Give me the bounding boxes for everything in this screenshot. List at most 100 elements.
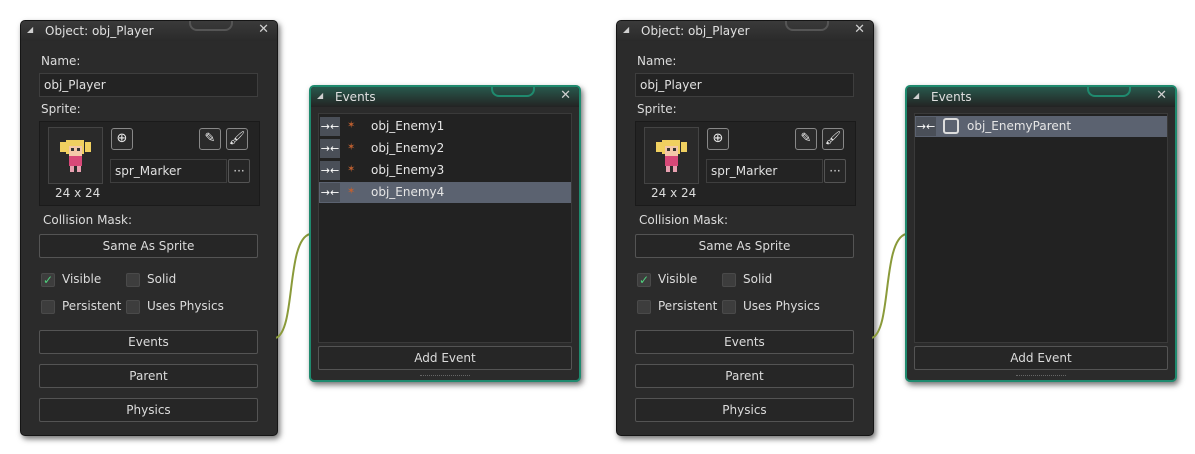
object-window: ◢ Object: obj_Player ✕ Name: obj_Player … [616, 20, 874, 436]
parent-object-icon [943, 118, 959, 134]
parent-button[interactable]: Parent [39, 364, 258, 388]
enemy-sprite-icon: ✶ [347, 142, 356, 153]
solid-label: Solid [743, 272, 773, 286]
persistent-checkbox[interactable] [41, 300, 55, 314]
title-bar[interactable]: ◢ Events ✕ [311, 87, 579, 107]
link-connector [276, 233, 311, 339]
sprite-label: Sprite: [41, 102, 81, 116]
collision-event-icon: →← [320, 139, 340, 158]
collision-event-icon: →← [320, 161, 340, 180]
sprite-thumbnail[interactable] [644, 127, 699, 184]
parent-button[interactable]: Parent [635, 364, 854, 388]
name-label: Name: [41, 54, 81, 68]
paint-brush-icon[interactable]: 🖌 [226, 128, 248, 150]
name-label: Name: [637, 54, 677, 68]
visible-label: Visible [62, 272, 102, 286]
persistent-checkbox[interactable] [637, 300, 651, 314]
collision-event-icon: →← [320, 117, 340, 136]
sprite-preview-icon [60, 140, 91, 172]
resize-grip[interactable] [1016, 375, 1066, 379]
events-button[interactable]: Events [635, 330, 854, 354]
collision-mask-label: Collision Mask: [43, 213, 133, 227]
title-notch [189, 21, 233, 31]
window-title: Events [335, 90, 376, 104]
new-sprite-icon[interactable]: ⊕ [707, 128, 729, 150]
visible-checkbox[interactable]: ✓ [41, 273, 55, 287]
sprite-browse-button[interactable]: ··· [824, 159, 846, 183]
collision-event-icon: →← [320, 183, 340, 202]
name-field[interactable]: obj_Player [39, 73, 258, 97]
sprite-size: 24 x 24 [651, 186, 697, 200]
edit-image-icon[interactable]: ✎ [795, 128, 817, 150]
enemy-sprite-icon: ✶ [347, 164, 356, 175]
collapse-triangle-icon[interactable]: ◢ [27, 25, 33, 34]
uses-physics-checkbox[interactable] [126, 300, 140, 314]
sprite-browse-button[interactable]: ··· [228, 159, 250, 183]
events-window: ◢ Events ✕ →← obj_EnemyParent Add Event [905, 85, 1177, 382]
collision-mask-dropdown[interactable]: Same As Sprite [39, 234, 258, 258]
sprite-label: Sprite: [637, 102, 677, 116]
enemy-sprite-icon: ✶ [347, 120, 356, 131]
sprite-panel: 24 x 24 ⊕ ✎ 🖌 spr_Marker ··· [39, 121, 260, 206]
list-item[interactable]: →← ✶ obj_Enemy4 [319, 182, 571, 203]
title-bar[interactable]: ◢ Events ✕ [907, 87, 1175, 107]
visible-checkbox[interactable]: ✓ [637, 273, 651, 287]
collision-mask-label: Collision Mask: [639, 213, 729, 227]
events-button[interactable]: Events [39, 330, 258, 354]
title-notch [491, 87, 535, 97]
list-item[interactable]: →← ✶ obj_Enemy2 [319, 138, 571, 159]
sprite-thumbnail[interactable] [48, 127, 103, 184]
add-event-button[interactable]: Add Event [318, 346, 572, 370]
paint-brush-icon[interactable]: 🖌 [822, 128, 844, 150]
window-title: Object: obj_Player [641, 24, 750, 38]
enemy-sprite-icon: ✶ [347, 186, 356, 197]
sprite-panel: 24 x 24 ⊕ ✎ 🖌 spr_Marker ··· [635, 121, 856, 206]
object-window: ◢ Object: obj_Player ✕ Name: obj_Player … [20, 20, 278, 436]
title-notch [1087, 87, 1131, 97]
event-list: →← obj_EnemyParent [914, 113, 1168, 343]
persistent-label: Persistent [62, 299, 122, 313]
collision-event-icon: →← [916, 117, 936, 136]
sprite-preview-icon [656, 140, 687, 172]
resize-grip[interactable] [420, 375, 470, 379]
sprite-size: 24 x 24 [55, 186, 101, 200]
title-bar[interactable]: ◢ Object: obj_Player ✕ [21, 21, 277, 41]
event-object-name: obj_Enemy4 [371, 185, 445, 199]
collapse-triangle-icon[interactable]: ◢ [623, 25, 629, 34]
visible-label: Visible [658, 272, 698, 286]
solid-checkbox[interactable] [126, 273, 140, 287]
close-icon[interactable]: ✕ [560, 88, 571, 103]
event-object-name: obj_Enemy3 [371, 163, 445, 177]
close-icon[interactable]: ✕ [258, 22, 269, 37]
link-connector [872, 233, 907, 339]
collapse-triangle-icon[interactable]: ◢ [913, 91, 919, 100]
solid-checkbox[interactable] [722, 273, 736, 287]
add-event-button[interactable]: Add Event [914, 346, 1168, 370]
window-title: Events [931, 90, 972, 104]
event-object-name: obj_EnemyParent [967, 119, 1072, 133]
uses-physics-label: Uses Physics [147, 299, 224, 313]
event-object-name: obj_Enemy1 [371, 119, 445, 133]
close-icon[interactable]: ✕ [854, 22, 865, 37]
sprite-name-field[interactable]: spr_Marker [706, 159, 823, 183]
physics-button[interactable]: Physics [39, 398, 258, 422]
physics-button[interactable]: Physics [635, 398, 854, 422]
collision-mask-dropdown[interactable]: Same As Sprite [635, 234, 854, 258]
edit-image-icon[interactable]: ✎ [199, 128, 221, 150]
close-icon[interactable]: ✕ [1156, 88, 1167, 103]
title-notch [785, 21, 829, 31]
list-item[interactable]: →← ✶ obj_Enemy1 [319, 116, 571, 137]
title-bar[interactable]: ◢ Object: obj_Player ✕ [617, 21, 873, 41]
events-window: ◢ Events ✕ →← ✶ obj_Enemy1 →← ✶ obj_Enem… [309, 85, 581, 382]
uses-physics-label: Uses Physics [743, 299, 820, 313]
sprite-name-field[interactable]: spr_Marker [110, 159, 227, 183]
uses-physics-checkbox[interactable] [722, 300, 736, 314]
list-item[interactable]: →← ✶ obj_Enemy3 [319, 160, 571, 181]
new-sprite-icon[interactable]: ⊕ [111, 128, 133, 150]
window-title: Object: obj_Player [45, 24, 154, 38]
list-item[interactable]: →← obj_EnemyParent [915, 116, 1167, 137]
name-field[interactable]: obj_Player [635, 73, 854, 97]
event-object-name: obj_Enemy2 [371, 141, 445, 155]
collapse-triangle-icon[interactable]: ◢ [317, 91, 323, 100]
persistent-label: Persistent [658, 299, 718, 313]
